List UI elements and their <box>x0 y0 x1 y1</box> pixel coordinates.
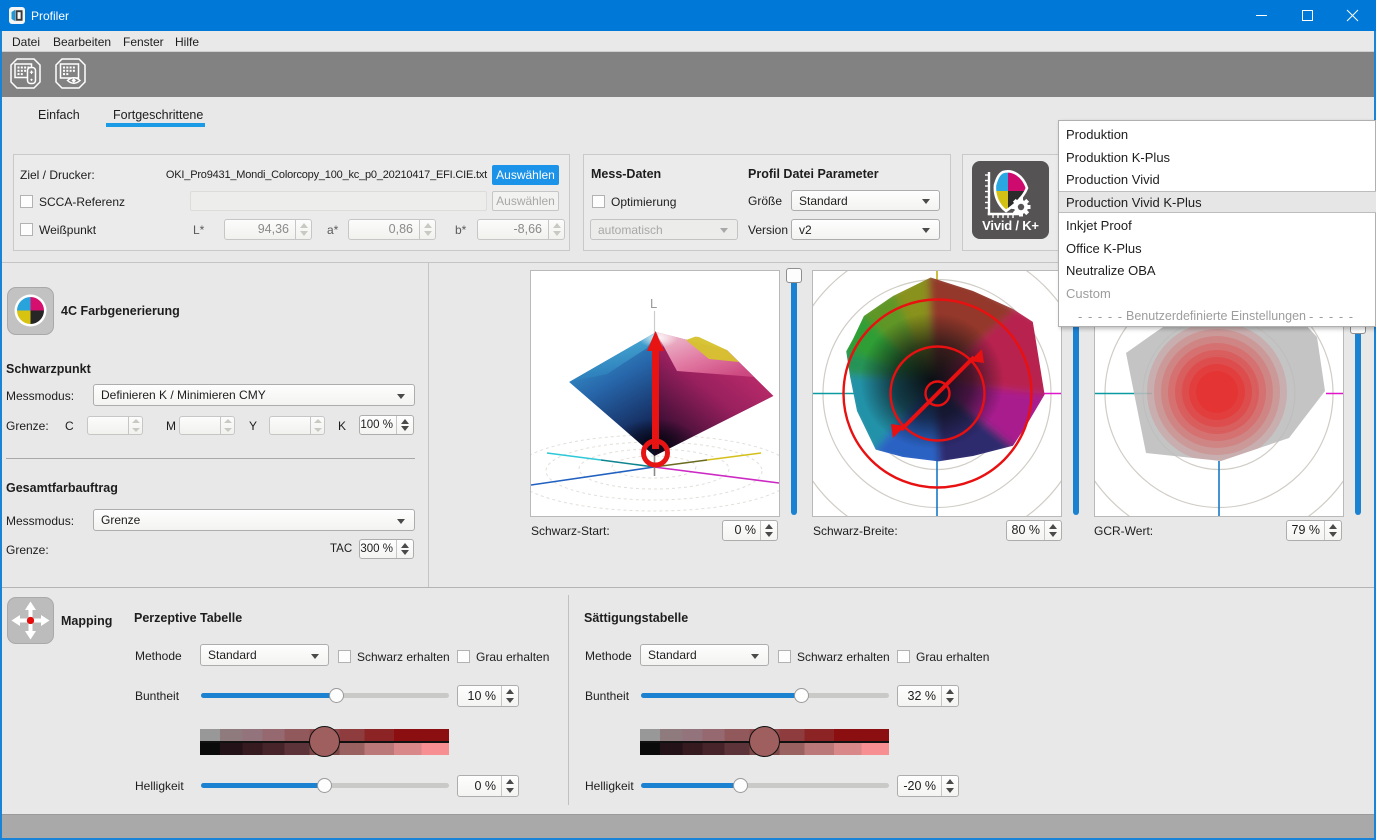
svg-text:L: L <box>650 296 657 311</box>
